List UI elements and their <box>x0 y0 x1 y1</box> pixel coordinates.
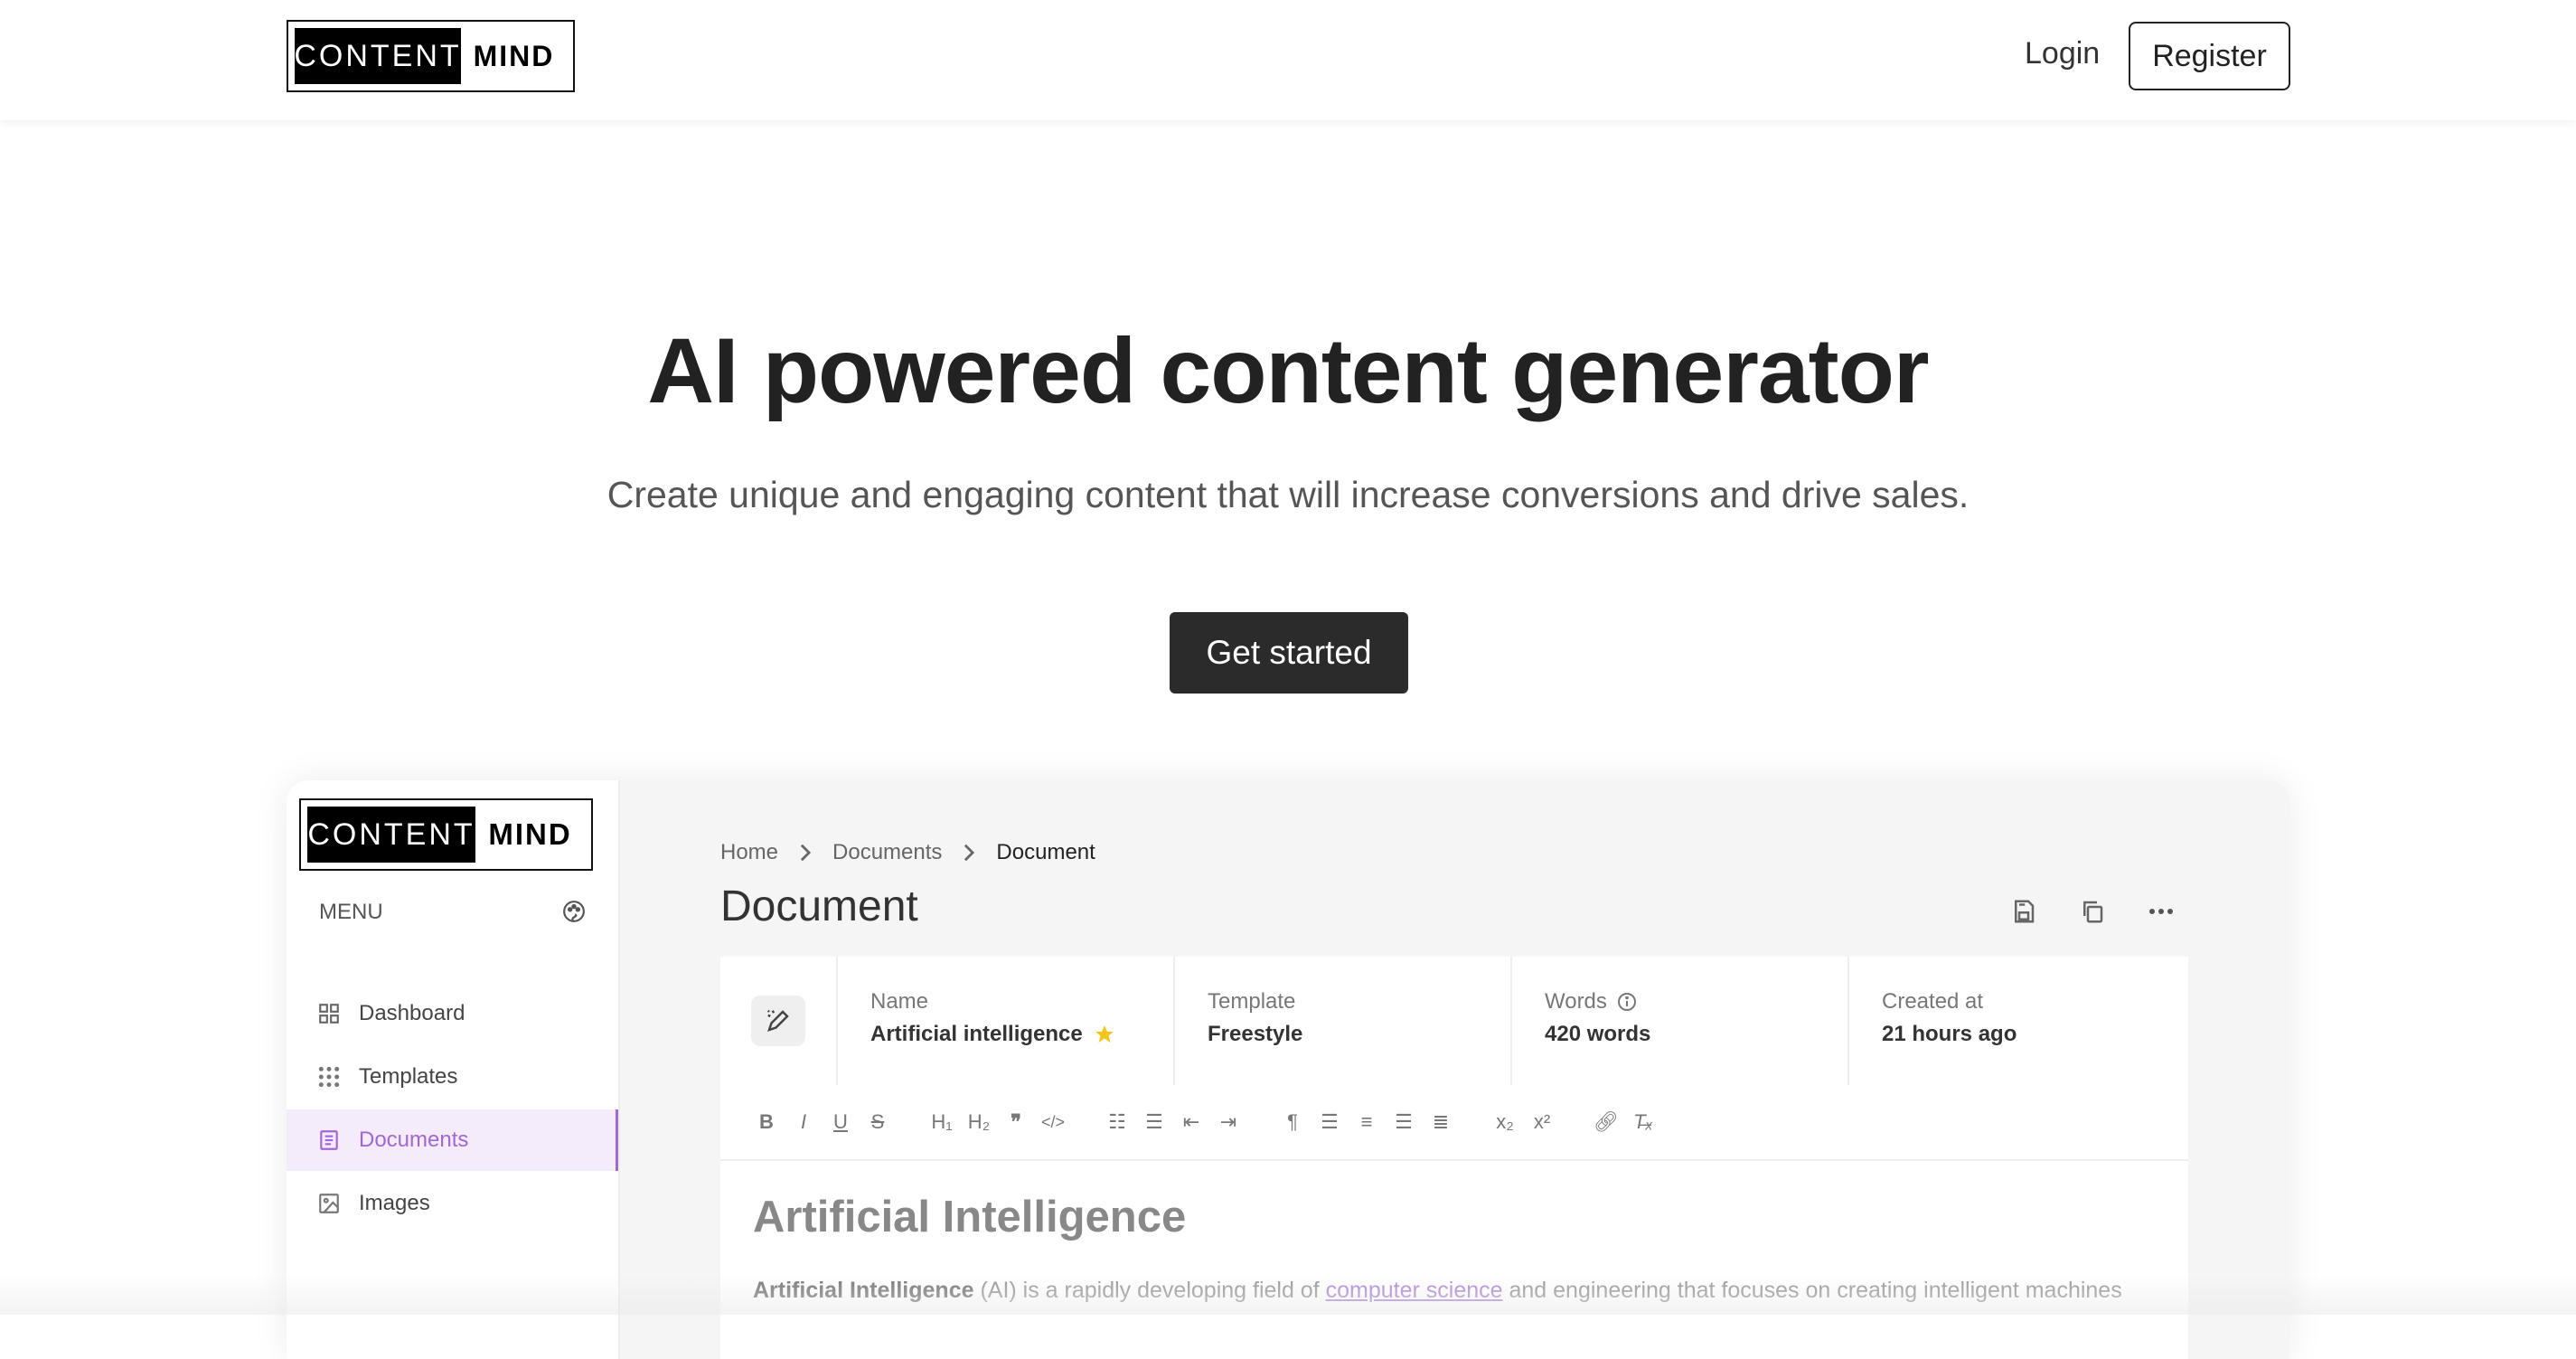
grid-icon <box>319 1004 339 1024</box>
star-icon[interactable] <box>1094 1024 1115 1045</box>
align-center-icon[interactable]: ≡ <box>1353 1109 1380 1136</box>
meta-words-value: 420 words <box>1545 1022 1651 1046</box>
para-text-1: (AI) is a rapidly developing field of <box>973 1278 1326 1303</box>
meta-words-label: Words <box>1545 989 1607 1014</box>
sidebar-item-templates[interactable]: Templates <box>287 1046 618 1108</box>
breadcrumb: Home Documents Document <box>720 840 1095 865</box>
align-left-icon[interactable]: ☰ <box>1316 1109 1343 1136</box>
superscript-icon[interactable]: x² <box>1528 1109 1556 1136</box>
chevron-right-icon <box>964 844 975 862</box>
meta-name-value-row: Artificial intelligence <box>870 1022 1173 1047</box>
meta-words: Words 420 words <box>1512 957 1849 1085</box>
register-button[interactable]: Register <box>2129 22 2290 90</box>
sidebar-item-label: Dashboard <box>359 1001 465 1025</box>
breadcrumb-home[interactable]: Home <box>720 840 778 865</box>
editor-paragraph: Artificial Intelligence (AI) is a rapidl… <box>753 1273 2163 1307</box>
logo-part-content: CONTENT <box>307 807 475 863</box>
sidebar-item-label: Templates <box>359 1064 458 1089</box>
app-preview: CONTENT MIND MENU Dashboard Templates Do… <box>287 780 2289 1359</box>
document-meta-card: Name Artificial intelligence Template Fr… <box>720 957 2188 1087</box>
template-icon-box <box>751 996 805 1046</box>
page-title: Document <box>720 882 918 930</box>
pencil-sparkle-icon <box>766 1009 789 1032</box>
more-icon[interactable] <box>2148 898 2175 925</box>
login-link[interactable]: Login <box>2025 36 2100 71</box>
meta-name: Name Artificial intelligence <box>838 957 1175 1085</box>
meta-template-label: Template <box>1208 989 1296 1014</box>
align-right-icon[interactable]: ☰ <box>1390 1109 1417 1136</box>
meta-icon-cell <box>720 957 838 1085</box>
sidebar-item-label: Documents <box>359 1128 469 1152</box>
meta-template: Template Freestyle <box>1175 957 1512 1085</box>
bold-icon[interactable]: B <box>753 1109 780 1136</box>
editor-toolbar: B I U S H₁ H₂ ❞ </> ☷ ☰ ⇤ ⇥ ¶ ☰ ≡ ☰ ≣ x₂… <box>720 1085 2188 1161</box>
h1-icon[interactable]: H₁ <box>928 1109 955 1136</box>
sidebar-item-images[interactable]: Images <box>287 1173 618 1234</box>
indent-icon[interactable]: ⇥ <box>1215 1109 1242 1136</box>
meta-created: Created at 21 hours ago <box>1849 957 2188 1085</box>
meta-created-label: Created at <box>1882 989 1984 1014</box>
code-icon[interactable]: </> <box>1039 1109 1067 1136</box>
breadcrumb-current: Document <box>996 840 1095 864</box>
sidebar-logo[interactable]: CONTENT MIND <box>299 798 593 871</box>
underline-icon[interactable]: U <box>827 1109 854 1136</box>
outdent-icon[interactable]: ⇤ <box>1178 1109 1205 1136</box>
document-icon <box>320 1130 338 1150</box>
para-text-2: and engineering that focuses on creating… <box>1502 1278 2122 1303</box>
document-actions <box>2010 898 2175 925</box>
menu-label: MENU <box>319 900 383 924</box>
hero-title: AI powered content generator <box>647 319 1929 422</box>
editor-heading: Artificial Intelligence <box>753 1193 1187 1241</box>
sidebar-item-dashboard[interactable]: Dashboard <box>287 983 618 1044</box>
sidebar-item-documents[interactable]: Documents <box>287 1109 618 1171</box>
dots-grid-icon <box>318 1066 340 1088</box>
copy-icon[interactable] <box>2079 898 2106 925</box>
palette-icon[interactable] <box>562 900 586 923</box>
meta-created-value: 21 hours ago <box>1882 1022 2017 1046</box>
meta-words-label-row: Words <box>1545 989 1847 1015</box>
para-bold: Artificial Intelligence <box>753 1278 974 1303</box>
hero-subtitle: Create unique and engaging content that … <box>606 474 1970 515</box>
rtl-icon[interactable]: ¶ <box>1279 1109 1306 1136</box>
bullet-list-icon[interactable]: ☰ <box>1141 1109 1168 1136</box>
sidebar-item-label: Images <box>359 1191 430 1215</box>
chevron-right-icon <box>800 844 812 862</box>
get-started-button[interactable]: Get started <box>1170 612 1408 694</box>
meta-template-value: Freestyle <box>1208 1022 1303 1046</box>
computer-science-link[interactable]: computer science <box>1326 1278 1503 1303</box>
logo-part-mind: MIND <box>488 817 572 851</box>
logo-part-content: CONTENT <box>294 28 461 84</box>
top-navbar: CONTENT MIND Login Register <box>0 0 2576 120</box>
h2-icon[interactable]: H₂ <box>965 1109 992 1136</box>
save-icon[interactable] <box>2010 898 2037 925</box>
document-main: Home Documents Document Document Name Ar… <box>618 780 2289 1359</box>
subscript-icon[interactable]: x₂ <box>1491 1109 1518 1136</box>
clear-format-icon[interactable]: T̶ₓ <box>1630 1109 1657 1136</box>
image-icon <box>319 1194 339 1213</box>
logo-part-mind: MIND <box>473 39 555 72</box>
quote-icon[interactable]: ❞ <box>1002 1109 1029 1136</box>
italic-icon[interactable]: I <box>790 1109 817 1136</box>
brand-logo[interactable]: CONTENT MIND <box>287 20 575 92</box>
breadcrumb-documents[interactable]: Documents <box>832 840 942 865</box>
info-icon[interactable] <box>1616 991 1638 1013</box>
link-icon[interactable]: 🔗︎ <box>1593 1109 1620 1136</box>
meta-name-label: Name <box>870 989 929 1014</box>
ordered-list-icon[interactable]: ☷ <box>1104 1109 1131 1136</box>
editor-content[interactable]: Artificial Intelligence Artificial Intel… <box>720 1161 2188 1359</box>
justify-icon[interactable]: ≣ <box>1427 1109 1454 1136</box>
sidebar: CONTENT MIND MENU Dashboard Templates Do… <box>287 780 620 1359</box>
meta-name-value: Artificial intelligence <box>870 1022 1083 1046</box>
strike-icon[interactable]: S <box>864 1109 891 1136</box>
